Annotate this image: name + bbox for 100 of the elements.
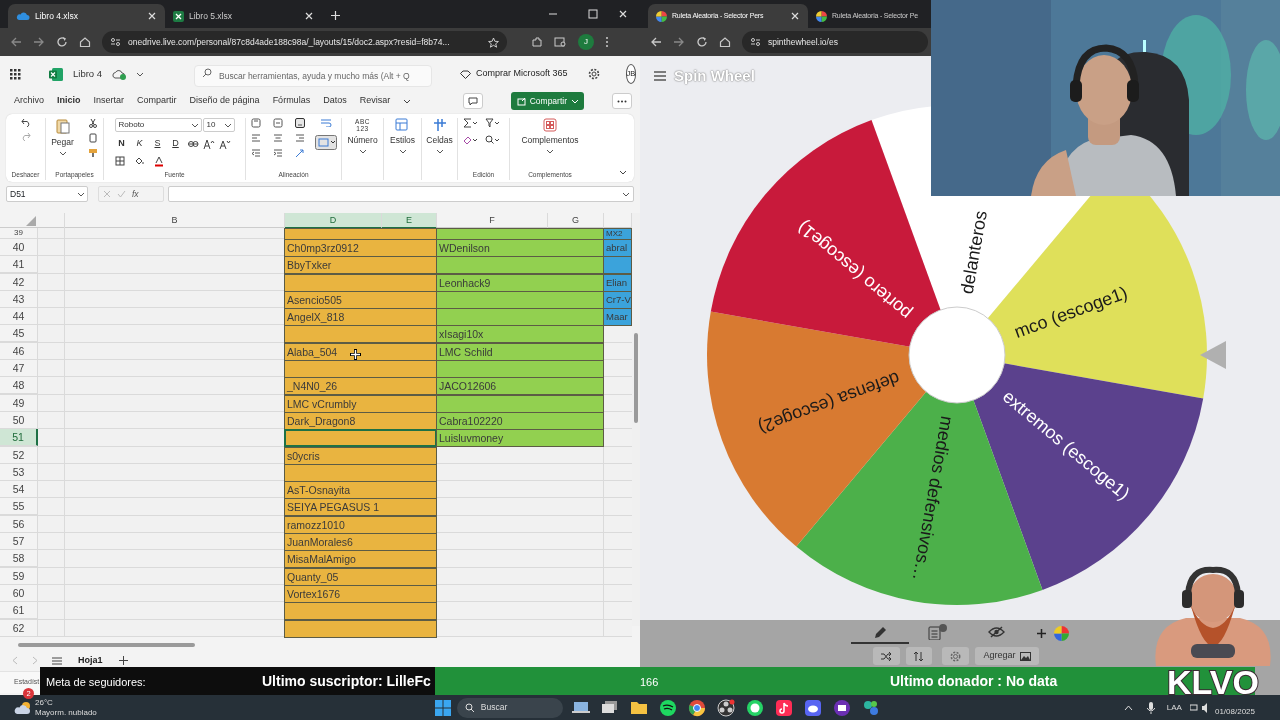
column-header[interactable]: E [382,213,437,229]
menu-tab[interactable]: Datos [323,94,347,108]
comment-button[interactable] [462,93,483,109]
back-icon[interactable] [650,36,662,48]
language-indicator[interactable]: LAA [1166,702,1182,713]
chevron-up-icon[interactable] [1123,704,1133,711]
browser-icon[interactable] [687,698,706,717]
undo-icon[interactable] [20,118,31,127]
close-icon[interactable] [147,11,157,21]
shuffle-button[interactable] [873,647,901,665]
scrollbar-thumb[interactable] [634,333,638,423]
menu-tab[interactable]: Archivo [14,94,44,108]
find-icon[interactable] [484,135,499,145]
copy-icon[interactable] [87,133,98,143]
file-name[interactable]: Libro 4 [73,66,103,82]
profile-avatar[interactable]: J [578,34,594,50]
settings-icon[interactable] [587,68,600,80]
cut-icon[interactable] [87,118,98,128]
menu-icon[interactable] [654,71,666,81]
more-icon[interactable] [605,36,609,48]
strikethrough-icon[interactable] [186,139,199,149]
search-field[interactable]: Buscar herramientas, ayuda y mucho más (Alt + Q [194,64,433,87]
align-middle-icon[interactable] [272,118,283,128]
reload-icon[interactable] [56,36,68,48]
extensions-icon[interactable] [531,36,543,48]
menu-tab[interactable]: Diseño de página [189,94,260,108]
column-header[interactable]: D [285,213,382,229]
music-app-icon[interactable] [658,698,677,717]
scrollbar-thumb[interactable] [18,642,195,647]
align-bottom-icon[interactable] [294,118,305,128]
forward-icon[interactable] [673,36,685,48]
game-chat-icon[interactable] [803,698,822,717]
grow-font-icon[interactable] [202,138,215,149]
font-size-dropdown[interactable]: 10 [202,118,235,132]
chevron-down-icon[interactable] [136,71,145,77]
ribbon-button[interactable]: Estilos [389,118,415,154]
add-image-button[interactable]: Agregar [975,647,1039,665]
chevron-down-icon[interactable] [403,98,412,104]
ribbon-button[interactable]: Celdas [426,118,453,154]
search-field[interactable]: Buscar [456,697,563,718]
collapse-ribbon-icon[interactable] [619,170,628,176]
addins-button[interactable]: Complementos [521,118,579,154]
reading-mode-icon[interactable] [554,36,567,48]
tiles-icon[interactable] [861,698,880,717]
browser-tab[interactable]: Libro 5.xlsx [165,4,322,28]
reload-icon[interactable] [696,36,708,48]
chat-app-icon[interactable] [745,698,764,717]
browser-tab[interactable]: Libro 4.xlsx [8,4,165,28]
format-button[interactable]: K [132,137,147,151]
menu-tab[interactable]: Insertar [93,94,125,108]
shrink-font-icon[interactable] [218,138,231,149]
buy-button[interactable]: Comprar Microsoft 365 [460,67,568,81]
menu-tab[interactable]: Compartir [137,94,177,108]
maximize-icon[interactable] [588,9,598,19]
windows-icon[interactable] [434,699,451,716]
format-button[interactable]: S [150,137,165,151]
font-color-icon[interactable] [153,155,164,167]
increase-indent-icon[interactable] [272,148,283,158]
url-field[interactable]: onedrive.live.com/personal/87c8d4ade188c98a/_layouts/15/doc2.aspx?resid=f8b74... [102,31,507,53]
sort-filter-icon[interactable] [484,118,499,128]
color-wheel-icon[interactable] [1054,625,1069,641]
plus-icon[interactable] [1037,628,1046,638]
chevron-down-icon[interactable] [622,191,630,197]
menu-tab[interactable]: Fórmulas [272,94,311,108]
name-box[interactable]: D51 [6,186,88,202]
network-volume-icon[interactable] [1189,702,1210,713]
back-icon[interactable] [10,36,22,48]
formula-field[interactable] [168,186,634,202]
decrease-indent-icon[interactable] [250,148,261,158]
orientation-icon[interactable] [294,148,305,158]
autosum-icon[interactable] [462,118,477,128]
microphone-icon[interactable] [1146,701,1155,714]
close-icon[interactable] [618,9,628,19]
settings-button[interactable] [942,647,970,665]
font-dropdown[interactable]: Roboto [114,118,202,132]
menu-tab[interactable]: Inicio [57,94,81,108]
app-launcher-icon[interactable] [10,68,21,80]
share-button[interactable]: Compartir [510,91,584,111]
music-note-icon[interactable] [774,698,793,717]
new-tab-icon[interactable] [330,10,341,21]
merge-cells-icon[interactable] [314,135,337,150]
fill-color-icon[interactable] [133,156,145,166]
add-sheet-icon[interactable] [118,656,128,666]
eraser-icon[interactable] [462,135,477,145]
row-header[interactable]: 51 [0,429,38,447]
format-painter-icon[interactable] [87,148,98,158]
format-button[interactable]: N [114,137,129,151]
paste-button[interactable]: Pegar [51,118,74,156]
menu-tab[interactable]: Revisar [359,94,391,108]
align-top-icon[interactable] [250,118,261,128]
forward-icon[interactable] [33,36,45,48]
format-button[interactable]: D [168,137,183,151]
close-icon[interactable] [790,11,800,21]
borders-icon[interactable] [114,156,125,166]
function-button[interactable]: fx [132,187,139,201]
star-icon[interactable] [488,36,499,48]
url-field[interactable]: spinthewheel.io/es [742,31,928,53]
home-icon[interactable] [79,36,91,48]
recorder-icon[interactable] [716,698,735,717]
home-icon[interactable] [719,36,731,48]
